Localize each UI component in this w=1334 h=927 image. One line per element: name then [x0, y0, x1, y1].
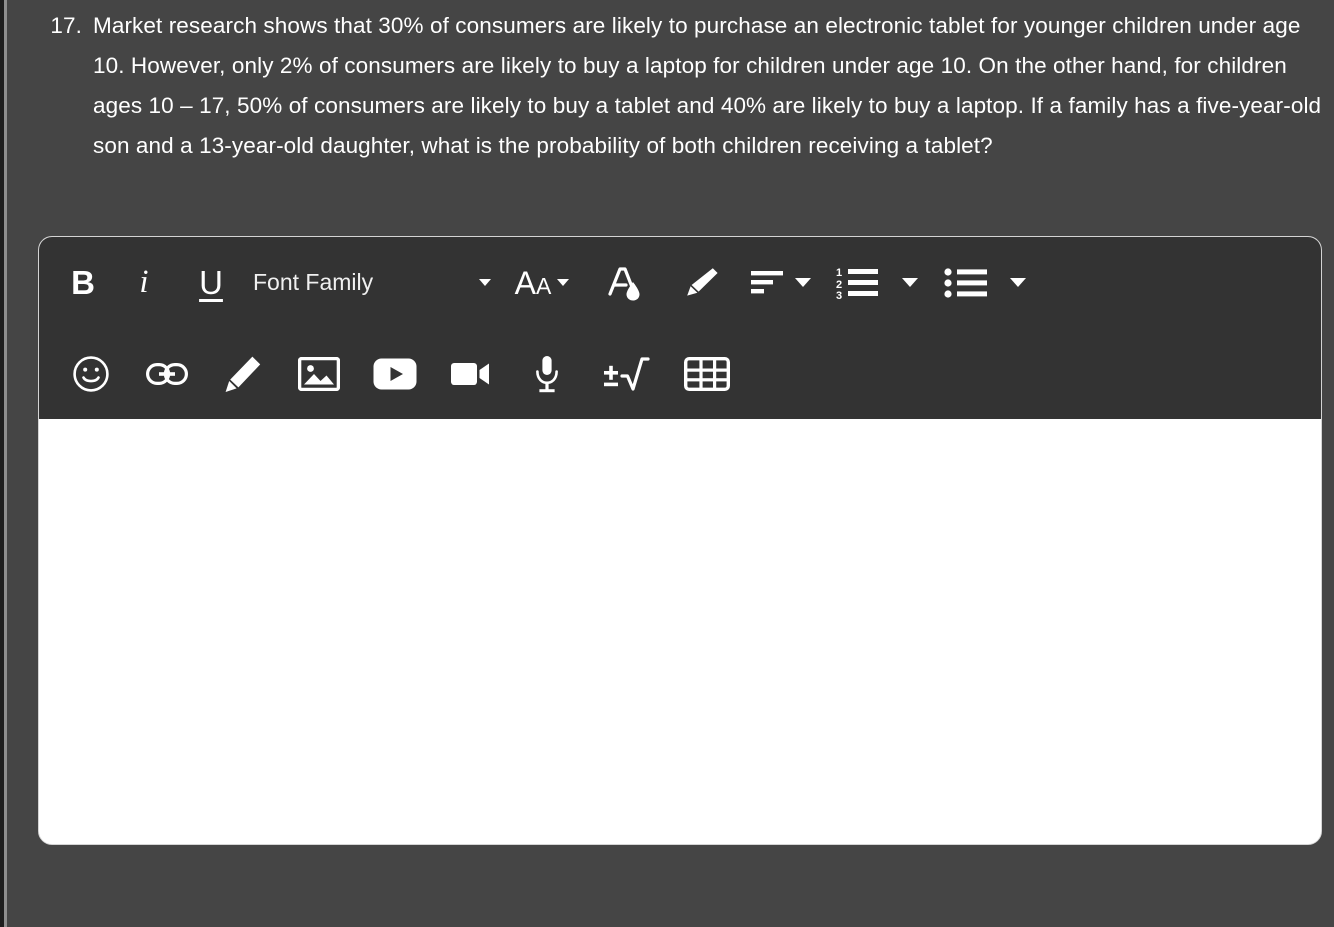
- underline-icon: U: [199, 264, 223, 301]
- record-video-button[interactable]: [433, 348, 509, 400]
- align-button[interactable]: [739, 257, 823, 309]
- chevron-down-icon: [795, 278, 811, 287]
- underline-button[interactable]: U: [175, 257, 247, 309]
- pencil-icon: [225, 356, 261, 392]
- font-size-button[interactable]: AA: [497, 257, 587, 309]
- text-color-icon: [608, 266, 640, 300]
- italic-button[interactable]: i: [113, 257, 175, 309]
- bold-button[interactable]: B: [53, 257, 113, 309]
- math-equation-icon: [604, 356, 650, 391]
- font-size-small-a: A: [536, 272, 552, 299]
- svg-text:3: 3: [836, 290, 842, 300]
- microphone-icon: [536, 355, 558, 392]
- numbered-list-icon: 1 2 3: [836, 267, 878, 300]
- bulleted-list-button[interactable]: [931, 257, 1039, 309]
- video-embed-button[interactable]: [357, 348, 433, 400]
- toolbar-row-formatting: B i U Font Family AA 1 2 3: [39, 237, 1321, 328]
- record-audio-button[interactable]: [509, 348, 585, 400]
- editor-content-area[interactable]: [39, 419, 1321, 843]
- image-icon: [298, 356, 340, 391]
- highlighter-icon: [687, 267, 718, 296]
- toolbar-row-insert: [39, 328, 1321, 419]
- chevron-down-icon: [902, 278, 918, 287]
- draw-button[interactable]: [205, 348, 281, 400]
- question-row: 17. Market research shows that 30% of co…: [30, 6, 1325, 166]
- numbered-list-button[interactable]: 1 2 3: [823, 257, 931, 309]
- smiley-icon: [73, 355, 109, 392]
- rich-text-editor[interactable]: B i U Font Family AA 1 2 3: [38, 236, 1322, 845]
- question-number: 17.: [50, 13, 82, 38]
- image-button[interactable]: [281, 348, 357, 400]
- emoji-button[interactable]: [53, 348, 129, 400]
- text-color-button[interactable]: [587, 257, 663, 309]
- question-block: 17. Market research shows that 30% of co…: [30, 6, 1325, 166]
- question-text: Market research shows that 30% of consum…: [93, 13, 1322, 158]
- font-size-icon: AA: [515, 267, 552, 299]
- table-button[interactable]: [667, 348, 747, 400]
- table-icon: [684, 356, 730, 391]
- bulleted-list-icon: [944, 267, 987, 298]
- video-camera-icon: [451, 362, 489, 385]
- chevron-down-icon: [479, 279, 491, 286]
- font-family-select[interactable]: Font Family: [247, 257, 497, 309]
- equation-button[interactable]: [585, 348, 667, 400]
- play-button-icon: [373, 358, 417, 389]
- page-left-gutter-highlight: [4, 0, 7, 927]
- highlighter-button[interactable]: [663, 257, 739, 309]
- link-icon: [146, 362, 188, 385]
- editor-toolbar: B i U Font Family AA 1 2 3: [39, 237, 1321, 419]
- font-size-big-a: A: [514, 264, 536, 301]
- svg-text:1: 1: [836, 267, 842, 279]
- italic-icon: i: [139, 264, 149, 300]
- chevron-down-icon: [1010, 278, 1026, 287]
- chevron-down-icon: [557, 279, 570, 286]
- align-left-icon: [751, 270, 783, 293]
- bold-icon: B: [71, 264, 95, 301]
- link-button[interactable]: [129, 348, 205, 400]
- font-family-label: Font Family: [253, 269, 374, 295]
